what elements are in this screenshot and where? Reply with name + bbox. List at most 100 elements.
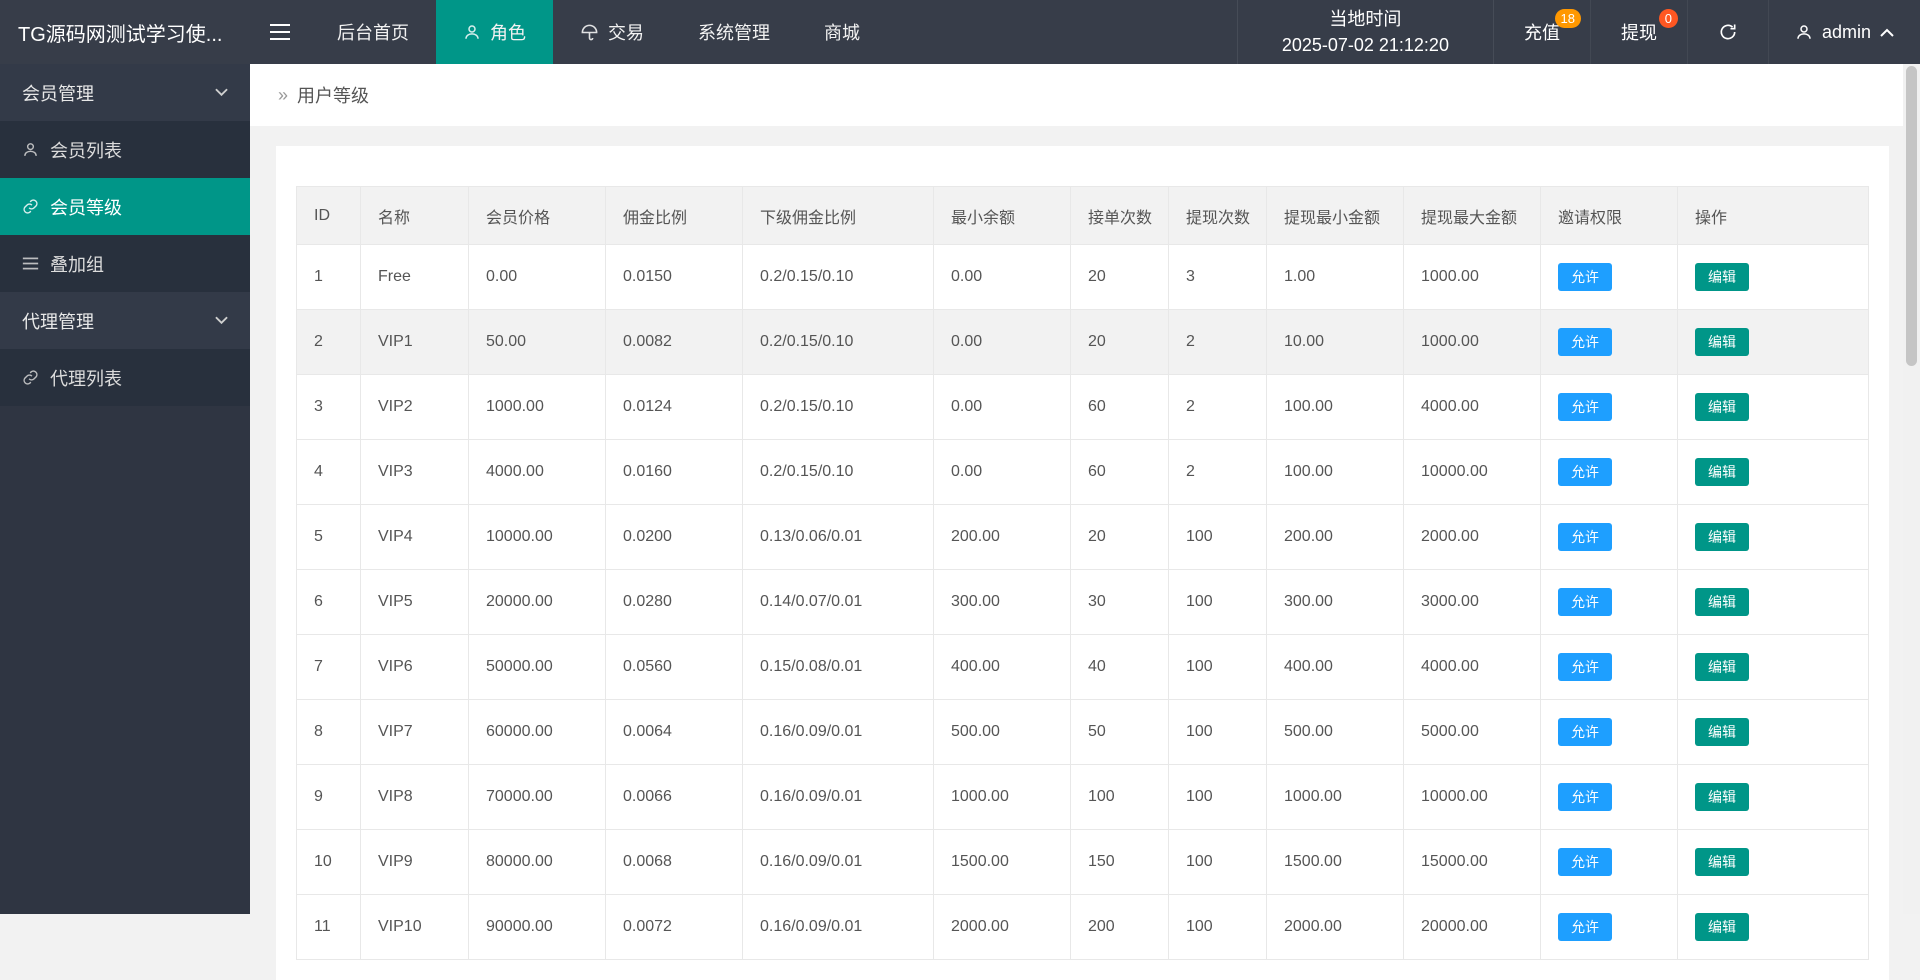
nav-item-mall[interactable]: 商城 xyxy=(797,0,887,64)
cell-withdraw_min: 500.00 xyxy=(1267,700,1404,765)
sidebar-item-agent-list[interactable]: 代理列表 xyxy=(0,349,250,406)
sidebar: 会员管理 会员列表 会员等级 叠加组 xyxy=(0,64,250,914)
cell-withdraw_max: 20000.00 xyxy=(1404,895,1541,960)
cell-commission: 0.0068 xyxy=(606,830,743,895)
recharge-link[interactable]: 充值 18 xyxy=(1494,0,1591,64)
cell-id: 7 xyxy=(297,635,361,700)
cell-sub_commission: 0.2/0.15/0.10 xyxy=(743,310,934,375)
allow-button[interactable]: 允许 xyxy=(1558,848,1612,877)
edit-button[interactable]: 编辑 xyxy=(1695,848,1749,877)
cell-price: 20000.00 xyxy=(469,570,606,635)
cell-id: 2 xyxy=(297,310,361,375)
user-menu[interactable]: admin xyxy=(1769,0,1920,64)
edit-button[interactable]: 编辑 xyxy=(1695,783,1749,812)
sidebar-group-agent-management[interactable]: 代理管理 xyxy=(0,292,250,349)
nav-item-system[interactable]: 系统管理 xyxy=(671,0,797,64)
chevron-up-icon xyxy=(1880,28,1894,37)
scrollbar-thumb[interactable] xyxy=(1906,66,1917,366)
cell-withdraw_min: 1000.00 xyxy=(1267,765,1404,830)
cell-withdraw_max: 10000.00 xyxy=(1404,765,1541,830)
local-time: 当地时间 2025-07-02 21:12:20 xyxy=(1237,0,1494,64)
table-row: 8VIP760000.000.00640.16/0.09/0.01500.005… xyxy=(297,700,1869,765)
allow-button[interactable]: 允许 xyxy=(1558,328,1612,357)
user-level-table: ID名称会员价格佣金比例下级佣金比例最小余额接单次数提现次数提现最小金额提现最大… xyxy=(296,186,1869,960)
refresh-icon xyxy=(1718,22,1738,42)
allow-button[interactable]: 允许 xyxy=(1558,653,1612,682)
table-row: 3VIP21000.000.01240.2/0.15/0.100.0060210… xyxy=(297,375,1869,440)
edit-button[interactable]: 编辑 xyxy=(1695,523,1749,552)
allow-button[interactable]: 允许 xyxy=(1558,523,1612,552)
edit-button[interactable]: 编辑 xyxy=(1695,588,1749,617)
sidebar-item-member-list[interactable]: 会员列表 xyxy=(0,121,250,178)
edit-button[interactable]: 编辑 xyxy=(1695,653,1749,682)
cell-withdraw_min: 400.00 xyxy=(1267,635,1404,700)
nav-item-roles[interactable]: 角色 xyxy=(436,0,553,64)
nav-label: 商城 xyxy=(824,19,860,45)
vertical-scrollbar[interactable] xyxy=(1903,64,1920,914)
cell-commission: 0.0066 xyxy=(606,765,743,830)
allow-button[interactable]: 允许 xyxy=(1558,913,1612,942)
cell-min_balance: 500.00 xyxy=(934,700,1071,765)
user-icon xyxy=(1795,23,1813,41)
allow-button[interactable]: 允许 xyxy=(1558,393,1612,422)
nav-label: 后台首页 xyxy=(337,19,409,45)
cell-invite-permission: 允许 xyxy=(1541,440,1678,505)
cell-actions: 编辑 xyxy=(1678,830,1869,895)
cell-actions: 编辑 xyxy=(1678,505,1869,570)
cell-withdraw_max: 1000.00 xyxy=(1404,310,1541,375)
sidebar-item-member-level[interactable]: 会员等级 xyxy=(0,178,250,235)
allow-button[interactable]: 允许 xyxy=(1558,263,1612,292)
sidebar-item-stack-group[interactable]: 叠加组 xyxy=(0,235,250,292)
cell-actions: 编辑 xyxy=(1678,245,1869,310)
cell-id: 9 xyxy=(297,765,361,830)
menu-toggle-icon[interactable] xyxy=(250,0,310,64)
edit-button[interactable]: 编辑 xyxy=(1695,913,1749,942)
cell-commission: 0.0064 xyxy=(606,700,743,765)
link-icon xyxy=(22,369,39,386)
refresh-button[interactable] xyxy=(1688,0,1769,64)
withdraw-link[interactable]: 提现 0 xyxy=(1591,0,1688,64)
edit-button[interactable]: 编辑 xyxy=(1695,263,1749,292)
column-header-12: 操作 xyxy=(1678,187,1869,245)
table-header: ID名称会员价格佣金比例下级佣金比例最小余额接单次数提现次数提现最小金额提现最大… xyxy=(297,187,1869,245)
cell-price: 1000.00 xyxy=(469,375,606,440)
edit-button[interactable]: 编辑 xyxy=(1695,328,1749,357)
cell-sub_commission: 0.16/0.09/0.01 xyxy=(743,895,934,960)
cell-orders: 100 xyxy=(1071,765,1169,830)
cell-actions: 编辑 xyxy=(1678,570,1869,635)
cell-min_balance: 0.00 xyxy=(934,245,1071,310)
edit-button[interactable]: 编辑 xyxy=(1695,458,1749,487)
cell-withdraw_max: 4000.00 xyxy=(1404,375,1541,440)
allow-button[interactable]: 允许 xyxy=(1558,718,1612,747)
cell-withdraw_min: 10.00 xyxy=(1267,310,1404,375)
withdraw-label: 提现 xyxy=(1621,19,1657,45)
app-title: TG源码网测试学习使... xyxy=(0,0,250,64)
column-header-5: 下级佣金比例 xyxy=(743,187,934,245)
cell-price: 0.00 xyxy=(469,245,606,310)
main-content: » 用户等级 ID名称会员价格佣金比例下级佣金比例最小余额接单次数提现次数提现最… xyxy=(250,64,1903,980)
edit-button[interactable]: 编辑 xyxy=(1695,718,1749,747)
cell-invite-permission: 允许 xyxy=(1541,375,1678,440)
cell-commission: 0.0082 xyxy=(606,310,743,375)
list-icon xyxy=(22,256,39,271)
column-header-10: 提现最大金额 xyxy=(1404,187,1541,245)
sidebar-item-label: 叠加组 xyxy=(50,251,104,277)
nav-item-trade[interactable]: 交易 xyxy=(553,0,671,64)
edit-button[interactable]: 编辑 xyxy=(1695,393,1749,422)
cell-orders: 20 xyxy=(1071,505,1169,570)
allow-button[interactable]: 允许 xyxy=(1558,783,1612,812)
cell-min_balance: 300.00 xyxy=(934,570,1071,635)
cell-commission: 0.0124 xyxy=(606,375,743,440)
cell-withdraw_max: 3000.00 xyxy=(1404,570,1541,635)
nav-label: 系统管理 xyxy=(698,19,770,45)
table-row: 5VIP410000.000.02000.13/0.06/0.01200.002… xyxy=(297,505,1869,570)
allow-button[interactable]: 允许 xyxy=(1558,458,1612,487)
sidebar-group-member-management[interactable]: 会员管理 xyxy=(0,64,250,121)
allow-button[interactable]: 允许 xyxy=(1558,588,1612,617)
nav-item-dashboard[interactable]: 后台首页 xyxy=(310,0,436,64)
cell-price: 50.00 xyxy=(469,310,606,375)
cell-withdraw_max: 10000.00 xyxy=(1404,440,1541,505)
cell-withdraw_max: 2000.00 xyxy=(1404,505,1541,570)
cell-actions: 编辑 xyxy=(1678,375,1869,440)
cell-min_balance: 0.00 xyxy=(934,375,1071,440)
